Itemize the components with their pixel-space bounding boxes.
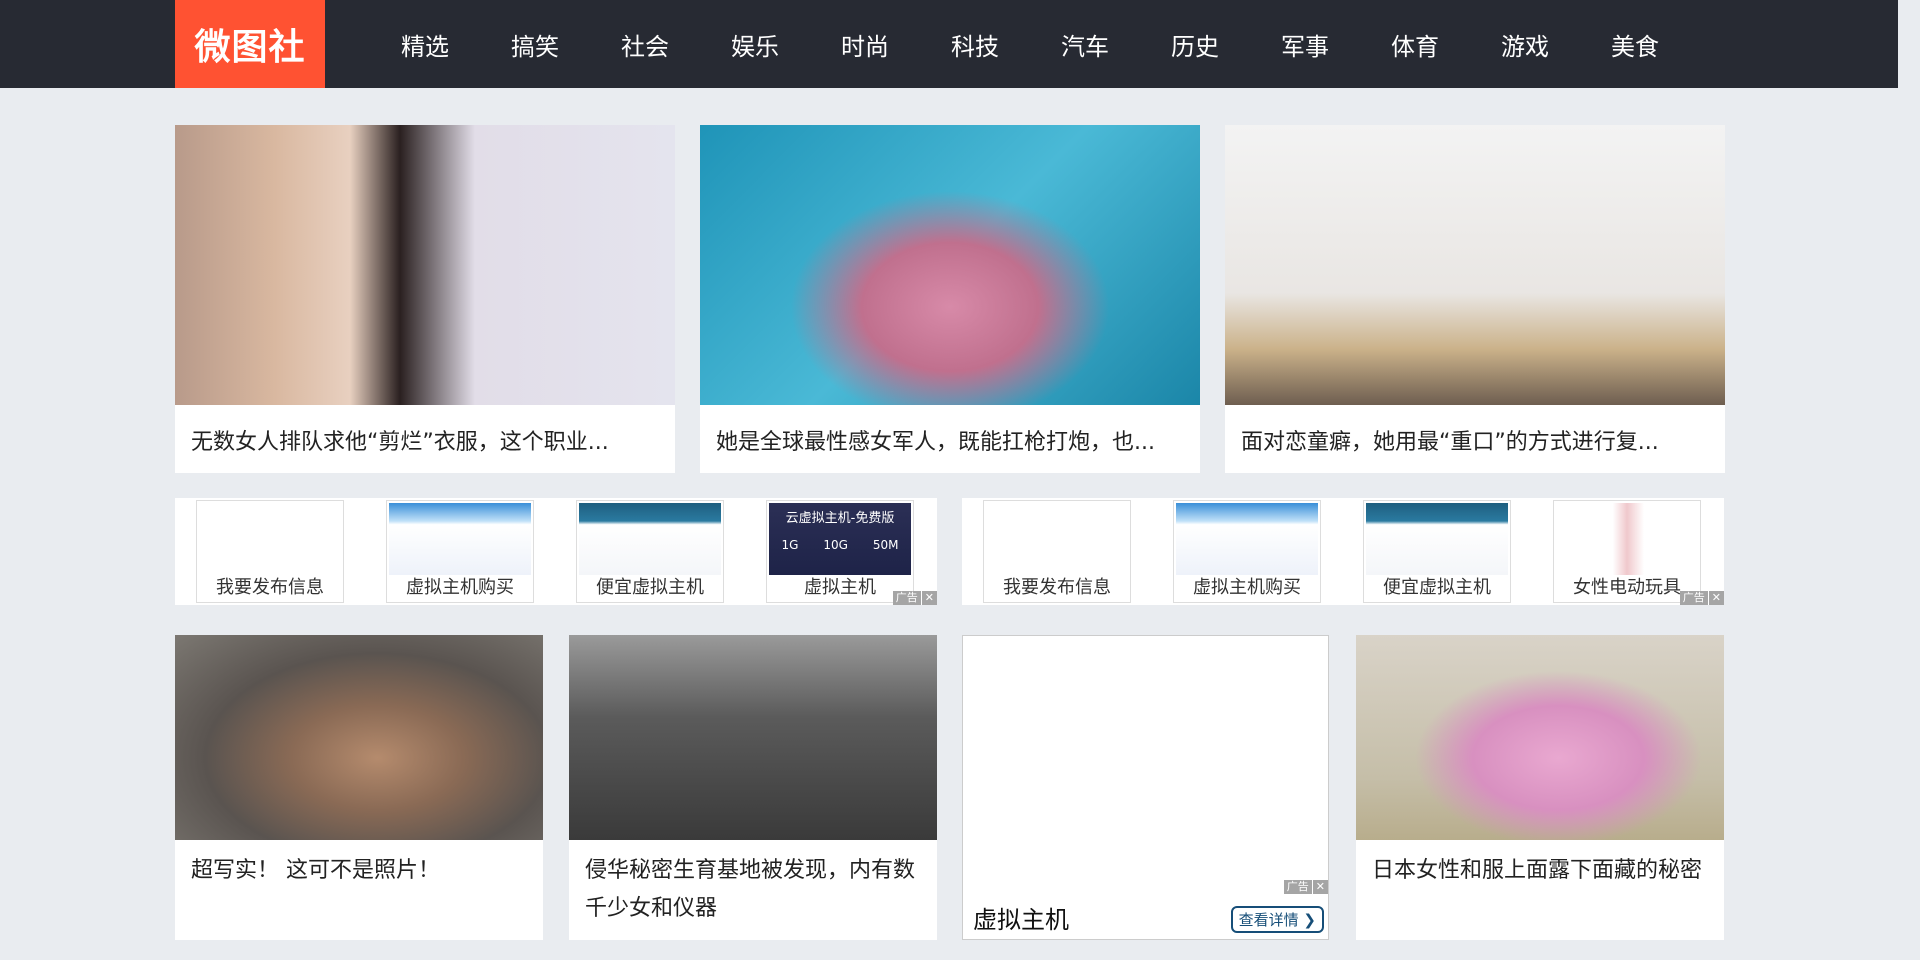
ad-thumbnail[interactable]: 便宜虚拟主机 xyxy=(576,500,724,603)
scrollbar[interactable] xyxy=(1898,0,1920,960)
article-title[interactable]: 超写实！ 这可不是照片！ xyxy=(175,840,543,890)
article-thumbnail[interactable] xyxy=(175,125,675,405)
article-title[interactable]: 她是全球最性感女军人，既能扛枪打炮，也... xyxy=(700,405,1200,462)
ad-label: 我要发布信息 xyxy=(1003,577,1111,598)
article-thumbnail[interactable] xyxy=(1356,635,1724,840)
nav-item[interactable]: 精选 xyxy=(370,0,480,88)
article-card[interactable]: 无数女人排队求他“剪烂”衣服，这个职业... xyxy=(175,125,675,473)
nav-item[interactable]: 科技 xyxy=(920,0,1030,88)
ad-label: 虚拟主机 xyxy=(804,577,876,598)
ad-thumbnail[interactable]: 我要发布信息 xyxy=(196,500,344,603)
article-card[interactable]: 面对恋童癖，她用最“重口”的方式进行复... xyxy=(1225,125,1725,473)
ad-image: 云虚拟主机-免费版 1G 10G 50M xyxy=(769,503,911,575)
article-thumbnail[interactable] xyxy=(175,635,543,840)
promo-spec: 1G xyxy=(781,538,799,552)
promo-spec: 10G xyxy=(823,538,848,552)
promo-title: 云虚拟主机-免费版 xyxy=(785,511,895,526)
ad-thumbnail[interactable]: 便宜虚拟主机 xyxy=(1363,500,1511,603)
article-thumbnail[interactable] xyxy=(569,635,937,840)
article-thumbnail[interactable] xyxy=(1225,125,1725,405)
article-title[interactable]: 日本女性和服上面露下面藏的秘密 xyxy=(1356,840,1724,890)
ad-text[interactable]: 广告 xyxy=(892,591,921,605)
article-title[interactable]: 无数女人排队求他“剪烂”衣服，这个职业... xyxy=(175,405,675,462)
ad-badge: 广告 ✕ xyxy=(892,591,937,605)
ad-label: 虚拟主机购买 xyxy=(1193,577,1301,598)
ad-thumbnail[interactable]: 云虚拟主机-免费版 1G 10G 50M 虚拟主机 xyxy=(766,500,914,603)
nav-item[interactable]: 社会 xyxy=(590,0,700,88)
ad-image xyxy=(579,503,721,575)
close-icon[interactable]: ✕ xyxy=(1312,880,1328,894)
ad-badge: 广告 ✕ xyxy=(1283,880,1328,894)
article-card[interactable]: 超写实！ 这可不是照片！ xyxy=(175,635,543,940)
ad-text[interactable]: 广告 xyxy=(1283,880,1312,894)
nav-item[interactable]: 时尚 xyxy=(810,0,920,88)
ad-banner[interactable]: 我要发布信息 虚拟主机购买 便宜虚拟主机 女性电动玩具 广告 ✕ xyxy=(962,498,1724,605)
close-icon[interactable]: ✕ xyxy=(1708,591,1724,605)
ad-label: 我要发布信息 xyxy=(216,577,324,598)
ad-banner[interactable]: 我要发布信息 虚拟主机购买 便宜虚拟主机 云虚拟主机-免费版 1G 10G 50M 虚拟主机广… xyxy=(175,498,937,605)
ad-badge: 广告 ✕ xyxy=(1679,591,1724,605)
promo-spec: 50M xyxy=(872,538,899,552)
nav-item[interactable]: 军事 xyxy=(1250,0,1360,88)
ad-thumbnail[interactable]: 虚拟主机购买 xyxy=(1173,500,1321,603)
ad-thumbnail[interactable]: 虚拟主机购买 xyxy=(386,500,534,603)
nav-item[interactable]: 搞笑 xyxy=(480,0,590,88)
nav-item[interactable]: 娱乐 xyxy=(700,0,810,88)
ad-image xyxy=(389,503,531,575)
ad-thumbnail[interactable]: 女性电动玩具 xyxy=(1553,500,1701,603)
article-thumbnail[interactable] xyxy=(700,125,1200,405)
top-nav-bar: 微图社 精选 搞笑 社会 娱乐 时尚 科技 汽车 历史 军事 体育 游戏 美食 xyxy=(0,0,1898,88)
ad-image xyxy=(1366,503,1508,575)
article-card[interactable]: 她是全球最性感女军人，既能扛枪打炮，也... xyxy=(700,125,1200,473)
nav-item[interactable]: 游戏 xyxy=(1470,0,1580,88)
ad-text[interactable]: 广告 xyxy=(1679,591,1708,605)
nav-item[interactable]: 美食 xyxy=(1580,0,1690,88)
ad-label: 虚拟主机购买 xyxy=(406,577,514,598)
article-card[interactable]: 日本女性和服上面露下面藏的秘密 xyxy=(1356,635,1724,940)
site-logo[interactable]: 微图社 xyxy=(175,0,325,88)
nav-item[interactable]: 体育 xyxy=(1360,0,1470,88)
ad-title[interactable]: 虚拟主机 xyxy=(973,900,1069,935)
nav-item[interactable]: 历史 xyxy=(1140,0,1250,88)
ad-image xyxy=(199,503,341,575)
ad-thumbnail[interactable]: 我要发布信息 xyxy=(983,500,1131,603)
ad-image xyxy=(1176,503,1318,575)
article-card[interactable]: 侵华秘密生育基地被发现，内有数千少女和仪器 xyxy=(569,635,937,940)
ad-image xyxy=(1556,503,1698,575)
article-title[interactable]: 侵华秘密生育基地被发现，内有数千少女和仪器 xyxy=(569,840,937,928)
ad-label: 便宜虚拟主机 xyxy=(1383,577,1491,598)
nav-item[interactable]: 汽车 xyxy=(1030,0,1140,88)
ad-card[interactable]: 广告 ✕ 虚拟主机 查看详情 ❯ xyxy=(962,635,1329,940)
category-nav: 精选 搞笑 社会 娱乐 时尚 科技 汽车 历史 军事 体育 游戏 美食 xyxy=(370,0,1690,88)
close-icon[interactable]: ✕ xyxy=(921,591,937,605)
ad-image xyxy=(986,503,1128,575)
ad-label: 便宜虚拟主机 xyxy=(596,577,704,598)
ad-label: 女性电动玩具 xyxy=(1573,577,1681,598)
view-details-button[interactable]: 查看详情 ❯ xyxy=(1230,906,1324,933)
article-title[interactable]: 面对恋童癖，她用最“重口”的方式进行复... xyxy=(1225,405,1725,462)
